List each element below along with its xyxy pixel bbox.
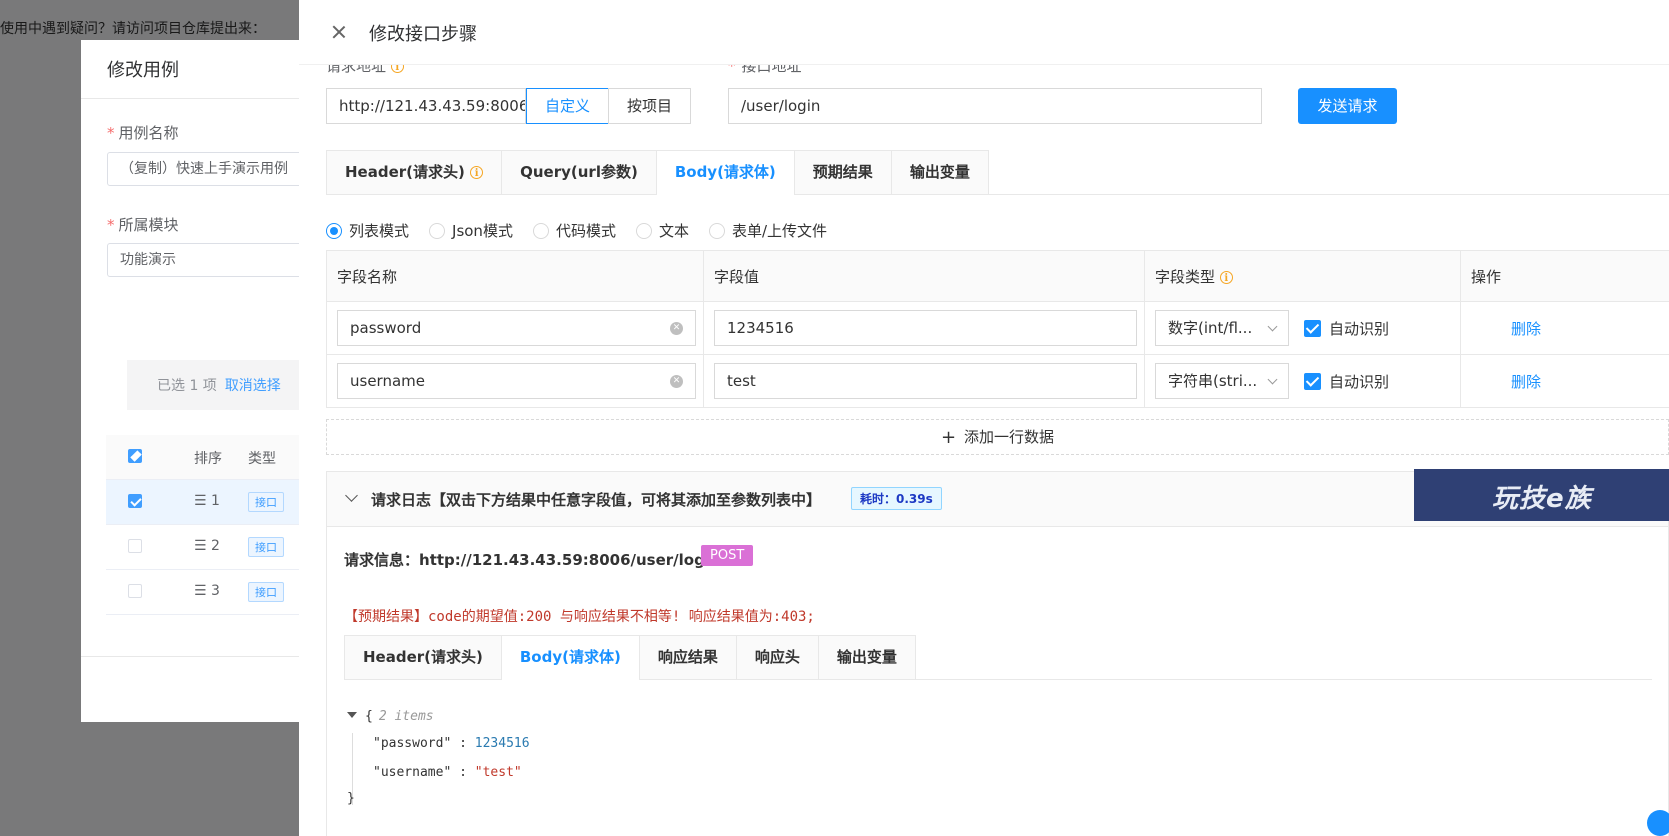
- chevron-down-icon[interactable]: [345, 489, 358, 502]
- field-value-input[interactable]: test: [714, 363, 1137, 399]
- tab-body[interactable]: Body(请求体): [655, 150, 795, 195]
- table-row: username ✕ test 字符串(stri... 自动识别 删除: [326, 355, 1669, 408]
- selected-count: 已选 1 项: [157, 378, 217, 394]
- case-name-label: * 用例名称: [107, 124, 179, 142]
- log-tab-header[interactable]: Header(请求头): [344, 635, 502, 679]
- field-type-select[interactable]: 字符串(stri...: [1155, 363, 1289, 399]
- chevron-down-icon: [1267, 374, 1278, 385]
- field-value-input[interactable]: 1234516: [714, 310, 1137, 346]
- case-name-input[interactable]: （复制）快速上手演示用例: [107, 152, 326, 186]
- log-tab-response-headers[interactable]: 响应头: [735, 635, 819, 679]
- tab-header[interactable]: Header(请求头) i: [326, 150, 503, 194]
- log-tab-response[interactable]: 响应结果: [638, 635, 737, 679]
- close-icon[interactable]: [329, 22, 349, 42]
- api-path-input[interactable]: /user/login: [728, 88, 1262, 124]
- header-field-name: 字段名称: [337, 268, 398, 286]
- custom-button[interactable]: 自定义: [526, 88, 609, 124]
- row-order[interactable]: ☰ 2: [194, 538, 220, 554]
- header-type: 类型: [248, 451, 276, 467]
- row-checkbox[interactable]: [128, 584, 142, 598]
- field-type-select[interactable]: 数字(int/fl...: [1155, 310, 1289, 346]
- clear-icon[interactable]: ✕: [670, 322, 683, 335]
- select-all-checkbox[interactable]: [128, 449, 142, 463]
- steps-table: 排序 类型 ☰ 1 接口 ☰ 2 接口 ☰ 3 接口: [106, 435, 326, 615]
- row-order[interactable]: ☰ 1: [194, 493, 220, 509]
- by-project-button[interactable]: 按项目: [608, 88, 691, 124]
- plus-icon: +: [940, 427, 957, 448]
- table-row[interactable]: ☰ 1 接口: [106, 480, 326, 525]
- mode-list[interactable]: 列表模式: [326, 220, 409, 241]
- json-close: }: [347, 791, 355, 806]
- field-name-input[interactable]: username ✕: [337, 363, 696, 399]
- module-label: * 所属模块: [107, 216, 179, 234]
- chevron-down-icon: [1267, 321, 1278, 332]
- auto-detect-checkbox[interactable]: [1304, 320, 1321, 337]
- assertion-message: 【预期结果】code的期望值:200 与响应结果不相等! 响应结果值为:403;: [344, 609, 815, 625]
- json-root: {2 items: [347, 709, 434, 724]
- json-entry[interactable]: "username" : "test": [373, 765, 522, 780]
- info-icon: i: [470, 166, 484, 179]
- request-info: 请求信息：http://121.43.43.59:8006/user/login: [344, 551, 721, 569]
- help-float-icon[interactable]: [1647, 810, 1669, 836]
- auto-detect-label: 自动识别: [1329, 373, 1390, 391]
- mode-json[interactable]: Json模式: [429, 220, 513, 241]
- type-tag: 接口: [248, 582, 284, 602]
- info-icon[interactable]: i: [1219, 271, 1233, 284]
- json-entry[interactable]: "password" : 1234516: [373, 736, 530, 751]
- module-select[interactable]: 功能演示: [107, 243, 326, 277]
- table-row: password ✕ 1234516 数字(int/fl... 自动识别 删除: [326, 302, 1669, 355]
- caret-down-icon[interactable]: [347, 712, 357, 718]
- selection-bar: 已选 1 项取消选择: [127, 360, 326, 410]
- table-row[interactable]: ☰ 2 接口: [106, 525, 326, 570]
- delete-link[interactable]: 删除: [1511, 371, 1541, 392]
- row-checkbox[interactable]: [128, 494, 142, 508]
- send-request-button[interactable]: 发送请求: [1298, 88, 1397, 124]
- modal-divider: [81, 98, 326, 99]
- table-header: 排序 类型: [106, 435, 326, 480]
- tab-expected[interactable]: 预期结果: [793, 150, 892, 194]
- row-checkbox[interactable]: [128, 539, 142, 553]
- mode-form-upload[interactable]: 表单/上传文件: [708, 220, 827, 241]
- log-tab-output-vars[interactable]: 输出变量: [817, 635, 916, 679]
- header-op: 操作: [1471, 268, 1502, 286]
- delete-link[interactable]: 删除: [1511, 318, 1541, 339]
- add-row-button[interactable]: + 添加一行数据: [326, 419, 1669, 455]
- auto-detect-label: 自动识别: [1329, 320, 1390, 338]
- body-params-table: 字段名称 字段值 字段类型 i 操作 password ✕ 1234516 数字(…: [326, 250, 1669, 408]
- mode-code[interactable]: 代码模式: [532, 220, 616, 241]
- log-tabs: Header(请求头) Body(请求体) 响应结果 响应头 输出变量: [344, 635, 1652, 680]
- edit-case-modal: 修改用例 * 用例名称 （复制）快速上手演示用例 * 所属模块 功能演示 已选 1 …: [81, 40, 326, 722]
- mode-text[interactable]: 文本: [635, 220, 689, 241]
- table-header: 字段名称 字段值 字段类型 i 操作: [326, 251, 1669, 302]
- log-title: 请求日志【双击下方结果中任意字段值，可将其添加至参数列表中】: [371, 491, 822, 509]
- edit-step-drawer: 修改接口步骤 请求地址 i * 接口地址 http://121.43.43.59:…: [299, 0, 1669, 836]
- tab-output-vars[interactable]: 输出变量: [890, 150, 989, 194]
- cancel-select-link[interactable]: 取消选择: [225, 378, 281, 394]
- drawer-title: 修改接口步骤: [369, 24, 477, 45]
- brand-logo: 玩技e族: [1414, 469, 1669, 521]
- log-header[interactable]: 请求日志【双击下方结果中任意字段值，可将其添加至参数列表中】 耗时：0.39s …: [327, 469, 1669, 527]
- base-url-input[interactable]: http://121.43.43.59:8006: [326, 88, 526, 124]
- field-name-input[interactable]: password ✕: [337, 310, 696, 346]
- type-tag: 接口: [248, 492, 284, 512]
- header-order: 排序: [194, 451, 222, 467]
- modal-footer-divider: [81, 656, 326, 657]
- log-tab-body[interactable]: Body(请求体): [500, 635, 640, 680]
- auto-detect-checkbox[interactable]: [1304, 373, 1321, 390]
- method-badge: POST: [701, 545, 754, 566]
- header-field-type: 字段类型 i: [1155, 266, 1233, 287]
- header-field-value: 字段值: [714, 268, 760, 286]
- request-log-panel: 请求日志【双击下方结果中任意字段值，可将其添加至参数列表中】 耗时：0.39s …: [326, 469, 1669, 836]
- type-tag: 接口: [248, 537, 284, 557]
- row-order[interactable]: ☰ 3: [194, 583, 220, 599]
- clear-icon[interactable]: ✕: [670, 375, 683, 388]
- table-row[interactable]: ☰ 3 接口: [106, 570, 326, 615]
- request-tabs: Header(请求头) i Query(url参数) Body(请求体) 预期结…: [326, 150, 1669, 195]
- modal-title: 修改用例: [107, 60, 179, 81]
- body-mode-radios: 列表模式 Json模式 代码模式 文本 表单/上传文件: [326, 220, 847, 241]
- duration-badge: 耗时：0.39s: [851, 487, 942, 510]
- drawer-header: 修改接口步骤: [299, 0, 1669, 65]
- tab-query[interactable]: Query(url参数): [501, 150, 657, 194]
